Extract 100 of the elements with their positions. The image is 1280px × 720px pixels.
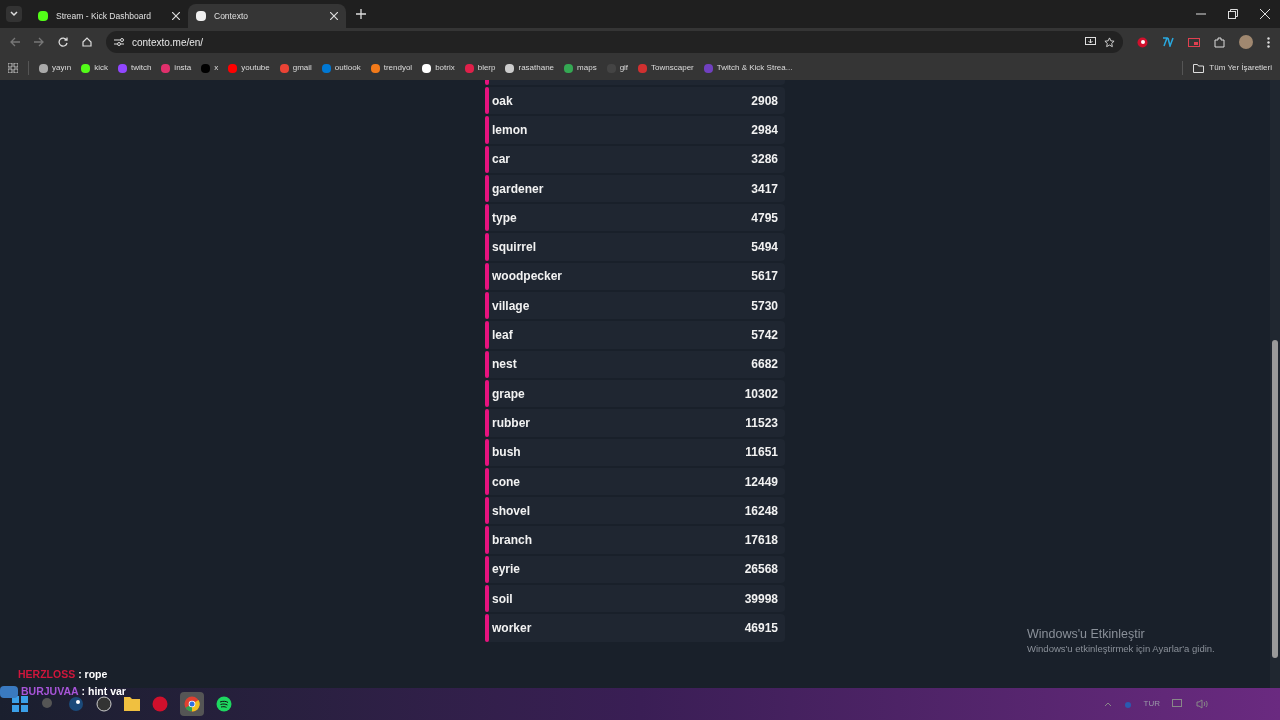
guess-rank: 5730 <box>751 297 778 315</box>
guess-word: lemon <box>492 121 529 139</box>
bookmark[interactable]: Twitch & Kick Strea... <box>703 62 793 74</box>
close-icon[interactable] <box>1260 9 1270 19</box>
bookmark[interactable]: outlook <box>321 62 361 74</box>
guess-rank: 5742 <box>751 327 778 344</box>
reload-icon[interactable] <box>58 37 68 47</box>
chat-message: : rope <box>78 667 108 682</box>
chat-username: BURJUVAA <box>21 683 79 699</box>
guess-word: soil <box>492 590 514 608</box>
back-icon[interactable] <box>10 37 20 47</box>
favicon <box>117 63 127 73</box>
bookmark[interactable]: x <box>201 62 219 74</box>
bookmark[interactable]: trendyol <box>370 62 413 74</box>
tab-title: Contexto <box>214 9 250 23</box>
guess-rank: 5617 <box>751 268 778 286</box>
browser-tab[interactable]: Stream - Kick Dashboard <box>30 4 188 28</box>
profile-avatar[interactable] <box>1239 35 1253 49</box>
restore-icon[interactable] <box>1228 9 1238 19</box>
install-icon[interactable] <box>1085 37 1096 47</box>
favicon <box>422 63 432 73</box>
chat-badge <box>0 685 18 698</box>
favicon <box>279 63 289 73</box>
browser-taskbar-button[interactable] <box>180 692 204 716</box>
guess-rank: 5494 <box>751 239 778 257</box>
bookmark[interactable]: gmail <box>279 62 312 74</box>
guess-word: leaf <box>492 327 514 344</box>
chat-username: HERZLOSS <box>18 667 76 682</box>
app-icon[interactable] <box>152 696 168 712</box>
guess-rank: 17618 <box>744 532 778 550</box>
home-icon[interactable] <box>82 37 92 47</box>
bookmark[interactable]: maps <box>564 62 597 74</box>
tab-title: Stream - Kick Dashboard <box>56 9 152 23</box>
chevron-up-icon[interactable] <box>1103 701 1112 707</box>
bookmark[interactable]: gif <box>606 62 629 74</box>
apps-grid-icon[interactable] <box>8 63 18 73</box>
forward-icon[interactable] <box>34 37 44 47</box>
guess-word: car <box>492 151 512 169</box>
guess-rank: 3286 <box>751 151 778 169</box>
guess-rank: 2908 <box>751 92 778 110</box>
favicon <box>703 63 713 73</box>
folder-icon[interactable] <box>124 697 140 711</box>
guess-word: type <box>492 209 518 227</box>
bookmark[interactable]: insta <box>161 62 192 74</box>
close-icon[interactable] <box>330 12 338 20</box>
guess-rank: 46915 <box>744 620 778 637</box>
tab-list-button[interactable] <box>6 6 22 22</box>
close-icon[interactable] <box>172 12 180 20</box>
menu-icon[interactable] <box>1267 36 1270 48</box>
guess-word: branch <box>492 532 533 550</box>
bookmark[interactable]: youtube <box>228 62 270 74</box>
spotify-icon[interactable] <box>216 696 232 712</box>
guess-word: oak <box>492 92 514 110</box>
favicon <box>228 63 238 73</box>
guess-word: gardener <box>492 180 545 198</box>
favicon <box>464 63 474 73</box>
bookmark[interactable]: blerp <box>464 62 496 74</box>
extension-icon[interactable] <box>1137 36 1148 48</box>
guess-rank: 4795 <box>751 209 778 227</box>
guess-word: worker <box>492 620 533 637</box>
favicon <box>161 63 171 73</box>
star-icon[interactable] <box>1104 36 1115 48</box>
proximity-bar <box>485 80 489 85</box>
favicon <box>321 63 331 73</box>
favicon <box>564 63 574 73</box>
guess-rank: 3417 <box>751 180 778 198</box>
guess-rank: 39998 <box>744 590 778 608</box>
guess-rank: 26568 <box>744 561 778 579</box>
guess-rank: 2984 <box>751 121 778 139</box>
bookmark[interactable]: Townscaper <box>638 62 694 74</box>
favicon <box>638 63 648 73</box>
folder-icon <box>1193 63 1205 73</box>
language-indicator[interactable]: TUR <box>1143 698 1160 710</box>
guess-rank: 6682 <box>751 356 778 374</box>
site-settings-icon[interactable] <box>114 37 124 47</box>
address-bar[interactable]: contexto.me/en/ <box>106 31 1123 53</box>
guess-word: woodpecker <box>492 268 564 286</box>
favicon <box>38 11 48 21</box>
guess-word: nest <box>492 356 518 374</box>
guess-rank: 10302 <box>744 385 778 403</box>
bookmark[interactable]: kick <box>81 62 108 74</box>
favicon <box>39 63 48 73</box>
chrome-icon <box>184 696 200 712</box>
guess-word: rubber <box>492 414 531 432</box>
bookmark[interactable]: twitch <box>117 62 152 74</box>
all-bookmarks-button[interactable]: Tüm Yer İşaretleri <box>1193 62 1272 74</box>
guess-word: eyrie <box>492 561 522 579</box>
scrollbar-thumb[interactable] <box>1272 340 1278 658</box>
guess-word: squirrel <box>492 239 537 257</box>
guess-word: village <box>492 297 531 315</box>
bookmark[interactable]: botrix <box>422 62 455 74</box>
picture-in-picture-icon[interactable] <box>1188 37 1200 47</box>
new-tab-icon[interactable] <box>356 9 366 19</box>
activation-message: Windows'u etkinleştirmek için Ayarlar'a gidin. <box>1027 642 1215 656</box>
guess-word: grape <box>492 385 526 403</box>
windows-logo-icon[interactable] <box>12 696 28 712</box>
bookmark[interactable]: rasathane <box>505 62 555 74</box>
chat-message: : hint var <box>81 683 126 699</box>
bookmark[interactable]: yayın <box>39 62 72 74</box>
browser-tab[interactable]: Contexto <box>188 4 346 28</box>
